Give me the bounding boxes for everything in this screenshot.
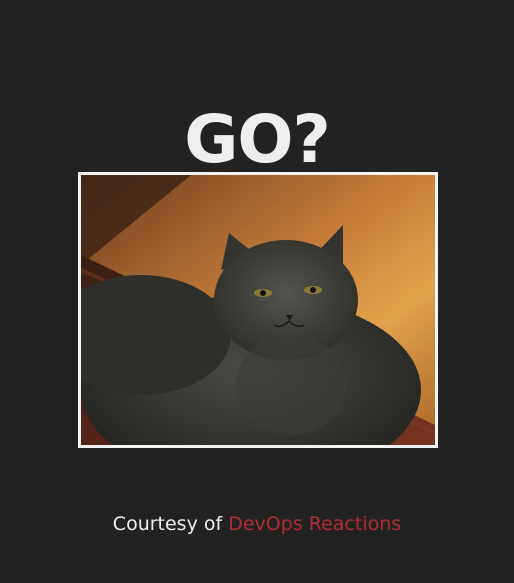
reaction-image [78, 172, 438, 448]
credit-prefix: Courtesy of [112, 513, 223, 535]
page-title: GO? [184, 101, 331, 179]
cat-photo-illustration [81, 175, 435, 445]
credit-line: Courtesy of DevOps Reactions [0, 510, 514, 538]
devops-reactions-link[interactable]: DevOps Reactions [228, 513, 401, 535]
